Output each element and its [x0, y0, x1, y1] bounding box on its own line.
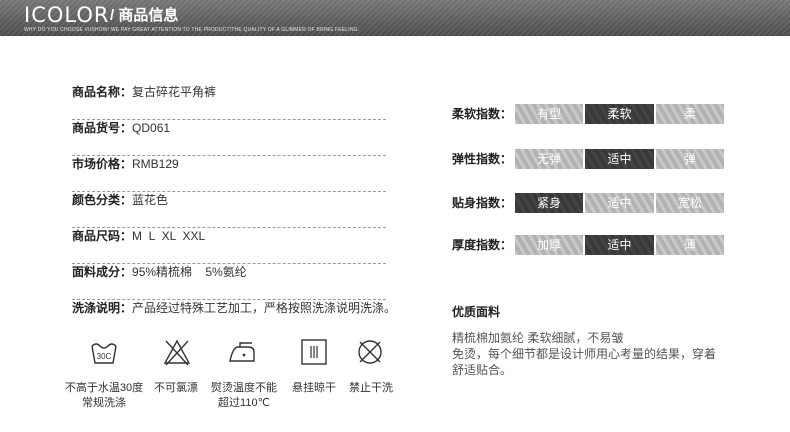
softness-index-bar: 有型 柔软 柔: [515, 104, 724, 124]
spec-row-price: 市场价格：RMB129: [72, 156, 386, 192]
fit-index-bar: 紧身 适中 宽松: [515, 193, 724, 213]
elasticity-index-label: 弹性指数：: [452, 152, 513, 166]
no-bleach-icon: [163, 339, 191, 366]
spec-value: 产品经过特殊工艺加工，严格按照洗涤说明洗涤。: [132, 301, 397, 315]
care-label-bleach: 不可氯漂: [150, 381, 202, 396]
quality-description: 精梳棉加氨纶 柔软细腻，不易皱 免烫，每个细节都是设计师用心考量的结果，穿着 舒…: [452, 330, 742, 378]
header-tagline: WHY DO YOU CHOOSE VIISHOW! WE PAY GREAT …: [24, 27, 360, 33]
care-label-line: 不可氯漂: [154, 382, 198, 394]
index-option: 加厚: [515, 235, 584, 255]
quality-title: 优质面料: [452, 305, 501, 319]
no-dry-clean-icon: [358, 340, 382, 364]
fit-index-label: 贴身指数：: [452, 196, 513, 210]
quality-line: 舒适贴合。: [452, 363, 513, 377]
spec-value: RMB129: [132, 157, 179, 171]
index-option-active: 紧身: [515, 193, 584, 213]
quality-line: 免烫，每个细节都是设计师用心考量的结果，穿着: [452, 347, 717, 361]
care-label-line: 常规洗涤: [82, 397, 126, 409]
index-option: 有型: [515, 104, 584, 124]
spec-label: 商品货号：: [72, 121, 133, 135]
spec-row-sku: 商品货号：QD061: [72, 120, 386, 156]
spec-label: 面料成分：: [72, 265, 133, 279]
spec-row-size: 商品尺码：M L XL XXL: [72, 228, 386, 264]
spec-row-color: 颜色分类：蓝花色: [72, 192, 386, 228]
care-label-hang: 悬挂晾干: [288, 381, 340, 396]
care-label-wash: 不高于水温30度 常规洗涤: [63, 381, 145, 411]
spec-value: 蓝花色: [132, 193, 169, 207]
care-label-line: 不高于水温30度: [64, 382, 144, 394]
care-label-line: 悬挂晾干: [292, 382, 336, 394]
hang-dry-icon: [301, 339, 327, 365]
spec-row-wash: 洗涤说明：产品经过特殊工艺加工，严格按照洗涤说明洗涤。: [72, 300, 402, 336]
wash-30-icon: 30C: [91, 343, 117, 364]
wash-temp-text: 30C: [97, 352, 112, 361]
index-option: 弹: [655, 149, 724, 169]
section-title: / 商品信息: [110, 7, 179, 24]
spec-value: 复古碎花平角裤: [132, 85, 217, 99]
softness-index-label: 柔软指数：: [452, 107, 513, 121]
elasticity-index-bar: 无弹 适中 弹: [515, 149, 724, 169]
spec-label: 市场价格：: [72, 157, 133, 171]
spec-value: M L XL XXL: [132, 229, 206, 243]
spec-label: 洗涤说明：: [72, 301, 133, 315]
spec-label: 颜色分类：: [72, 193, 133, 207]
spec-label: 商品名称：: [72, 85, 133, 99]
index-option-active: 柔软: [585, 104, 654, 124]
index-option: 适中: [585, 193, 654, 213]
spec-value: QD061: [132, 121, 171, 135]
spec-value: 95%精梳棉 5%氨纶: [132, 265, 247, 279]
spec-row-name: 商品名称：复古碎花平角裤: [72, 84, 386, 120]
care-label-line: 禁止干洗: [349, 382, 393, 394]
spec-row-fabric: 面料成分：95%精梳棉 5%氨纶: [72, 264, 386, 300]
care-label-line: 熨烫温度不能: [211, 382, 277, 394]
header-band: ICOLOR / 商品信息 WHY DO YOU CHOOSE VIISHOW!…: [0, 0, 790, 36]
index-option: 薄: [655, 235, 724, 255]
care-label-line: 超过110℃: [218, 397, 270, 409]
spec-label: 商品尺码：: [72, 229, 133, 243]
quality-line: 精梳棉加氨纶 柔软细腻，不易皱: [452, 331, 624, 345]
thickness-index-bar: 加厚 适中 薄: [515, 235, 724, 255]
brand-logo: ICOLOR: [24, 3, 110, 27]
index-option-active: 适中: [585, 149, 654, 169]
index-option: 宽松: [655, 193, 724, 213]
care-label-dryclean: 禁止干洗: [345, 381, 397, 396]
index-option-active: 适中: [585, 235, 654, 255]
index-option: 无弹: [515, 149, 584, 169]
care-label-iron: 熨烫温度不能 超过110℃: [208, 381, 280, 411]
thickness-index-label: 厚度指数：: [452, 238, 513, 252]
index-option: 柔: [655, 104, 724, 124]
iron-icon: [229, 342, 255, 362]
